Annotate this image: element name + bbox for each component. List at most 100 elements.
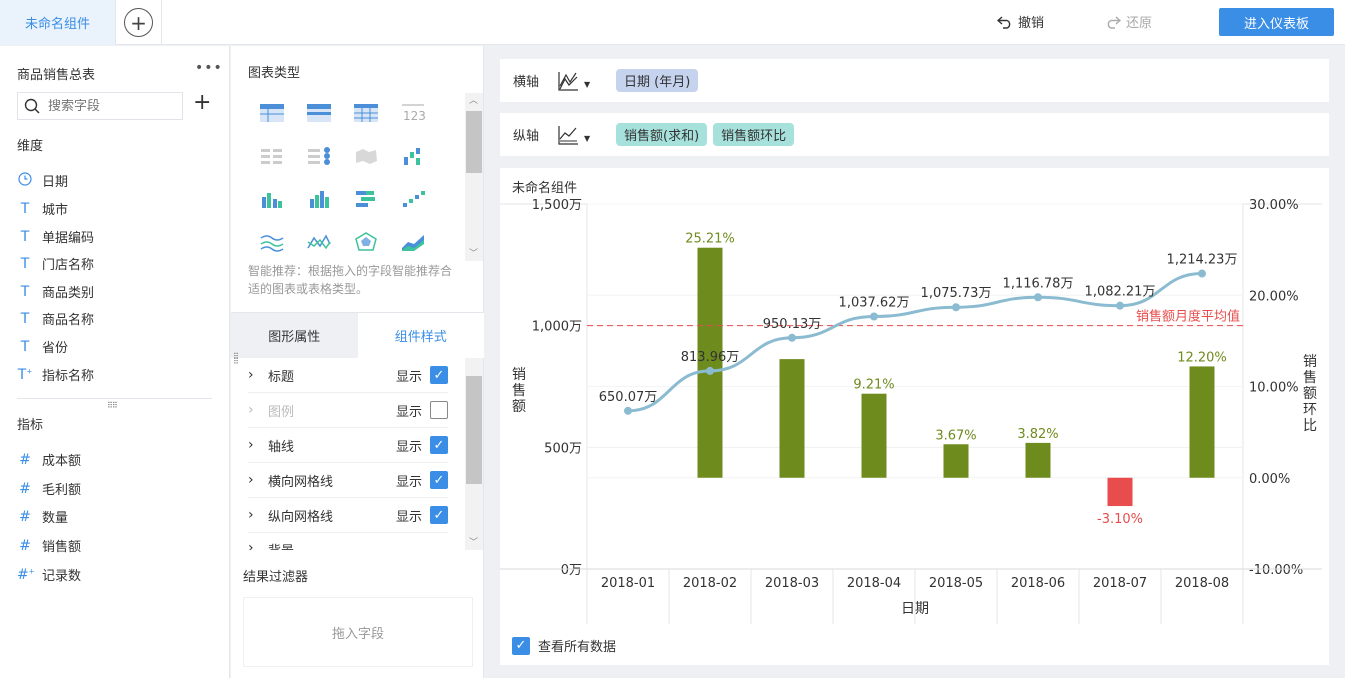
show-checkbox[interactable]: [430, 401, 448, 419]
property-title[interactable]: › 标题 显示 ✓: [248, 358, 448, 393]
enter-dashboard-button[interactable]: 进入仪表板: [1219, 8, 1334, 36]
add-field-icon[interactable]: +: [193, 92, 211, 114]
property-background[interactable]: › 背景: [248, 533, 448, 550]
property-scrollbar[interactable]: ﹀: [465, 358, 483, 550]
x-axis-type-dropdown[interactable]: ▼: [556, 70, 616, 92]
hash-icon: #: [19, 508, 31, 525]
property-vertical-grid[interactable]: › 纵向网格线 显示 ✓: [248, 498, 448, 533]
x-tick-label: 2018-05: [929, 576, 983, 591]
show-checkbox[interactable]: ✓: [430, 366, 448, 384]
more-icon[interactable]: •••: [195, 60, 223, 76]
hash-icon: #: [19, 537, 31, 554]
show-checkbox[interactable]: ✓: [430, 506, 448, 524]
field-measure-quantity[interactable]: # 数量: [17, 507, 69, 527]
field-label: 指标名称: [42, 369, 95, 384]
view-all-data[interactable]: ✓ 查看所有数据: [512, 636, 616, 655]
line-point: [1034, 293, 1042, 302]
chevron-right-icon[interactable]: ›: [248, 437, 268, 453]
y-field-pill-sales[interactable]: 销售额(求和): [616, 123, 708, 146]
undo-button[interactable]: 撤销: [997, 12, 1044, 31]
field-label: 省份: [42, 341, 69, 356]
property-label: 背景: [268, 540, 448, 550]
field-dimension-store[interactable]: T 门店名称: [17, 254, 94, 274]
chevron-right-icon[interactable]: ›: [248, 472, 268, 488]
property-horizontal-grid[interactable]: › 横向网格线 显示 ✓: [248, 463, 448, 498]
resize-grip-icon[interactable]: ⠿⠿: [233, 353, 239, 366]
bar-data-label: 3.67%: [935, 428, 976, 443]
filter-drop-zone[interactable]: 拖入字段: [243, 597, 473, 667]
detail-list-icon[interactable]: [248, 134, 295, 177]
field-label: 商品类别: [42, 286, 95, 301]
indicator-card-icon[interactable]: [295, 134, 342, 177]
table-chart-icon[interactable]: [248, 91, 295, 134]
field-label: 数量: [42, 511, 69, 526]
step-chart-icon[interactable]: [389, 177, 436, 220]
property-label: 横向网格线: [268, 474, 334, 490]
tab-graphic-properties[interactable]: 图形属性: [231, 313, 358, 358]
scroll-down-icon[interactable]: ﹀: [469, 535, 478, 548]
chevron-right-icon[interactable]: ›: [248, 402, 268, 418]
view-all-checkbox[interactable]: ✓: [512, 636, 530, 655]
show-label: 显示: [395, 404, 422, 420]
field-dimension-metric-name[interactable]: T+ 指标名称: [17, 365, 95, 385]
grouped-table-icon[interactable]: [295, 91, 342, 134]
y-field-pill-mom[interactable]: 销售额环比: [713, 123, 795, 146]
chevron-right-icon[interactable]: ›: [248, 507, 268, 523]
line-chart-icon[interactable]: [248, 220, 295, 263]
kpi-number-icon[interactable]: 123: [389, 91, 436, 134]
field-measure-cost[interactable]: # 成本额: [17, 450, 81, 470]
x-tick-label: 2018-02: [683, 576, 737, 591]
field-dimension-province[interactable]: T 省份: [17, 337, 69, 357]
field-search[interactable]: [17, 92, 183, 120]
y2-axis-title-char: 比: [1303, 418, 1317, 434]
line-point: [1198, 269, 1206, 278]
grouped-bar-icon[interactable]: [295, 177, 342, 220]
line-point: [952, 303, 960, 312]
scroll-down-icon[interactable]: ﹀: [469, 246, 478, 259]
map-chart-icon[interactable]: [342, 134, 389, 177]
field-dimension-doc-code[interactable]: T 单据编码: [17, 227, 94, 247]
scroll-up-icon[interactable]: ︿: [469, 93, 478, 106]
add-tab-icon[interactable]: +: [124, 8, 153, 37]
property-legend[interactable]: › 图例 显示: [248, 393, 448, 428]
scroll-thumb[interactable]: [466, 111, 482, 173]
chart-card: 未命名组件 0万 500万 1,000万 1,500万 -10.00% 0.00% 10.0…: [500, 168, 1329, 665]
chart-type-scrollbar[interactable]: ︿ ﹀: [465, 93, 483, 261]
reference-line-label: 销售额月度平均值: [1136, 309, 1240, 325]
waterfall-chart-icon[interactable]: [389, 134, 436, 177]
line-data-label: 1,214.23万: [1167, 253, 1238, 268]
y-axis-type-dropdown[interactable]: ▼: [556, 124, 616, 146]
horizontal-bar-icon[interactable]: [342, 177, 389, 220]
search-input[interactable]: [48, 98, 168, 114]
show-checkbox[interactable]: ✓: [430, 471, 448, 489]
text-icon: T: [20, 283, 30, 300]
component-tab[interactable]: 未命名组件: [0, 0, 116, 45]
property-tabs: 图形属性 组件样式: [231, 312, 484, 358]
cross-table-icon[interactable]: [342, 91, 389, 134]
x-field-pill[interactable]: 日期 (年月): [616, 69, 699, 92]
line-data-label: 950.13万: [763, 317, 822, 332]
area-chart-icon[interactable]: [389, 220, 436, 263]
resize-grip-icon[interactable]: ⠿⠿: [107, 401, 118, 410]
show-checkbox[interactable]: ✓: [430, 436, 448, 454]
field-dimension-category[interactable]: T 商品类别: [17, 282, 95, 302]
redo-label: 还原: [1126, 16, 1153, 31]
field-dimension-city[interactable]: T 城市: [17, 199, 68, 219]
field-measure-sales[interactable]: # 销售额: [17, 536, 81, 556]
chevron-right-icon[interactable]: ›: [248, 540, 268, 550]
chevron-right-icon[interactable]: ›: [248, 367, 268, 383]
field-measure-record-count[interactable]: #+ 记录数: [17, 565, 81, 585]
x-tick-label: 2018-08: [1175, 576, 1229, 591]
bar-chart-icon[interactable]: [248, 177, 295, 220]
text-icon: T: [20, 255, 30, 272]
field-dimension-date[interactable]: 日期: [17, 171, 68, 190]
field-measure-profit[interactable]: # 毛利额: [17, 479, 81, 499]
tab-component-style[interactable]: 组件样式: [357, 313, 484, 358]
line-data-label: 650.07万: [599, 390, 658, 405]
multi-line-chart-icon[interactable]: [295, 220, 342, 263]
scroll-thumb[interactable]: [466, 376, 482, 484]
property-axis-line[interactable]: › 轴线 显示 ✓: [248, 428, 448, 463]
radar-chart-icon[interactable]: [342, 220, 389, 263]
field-dimension-product[interactable]: T 商品名称: [17, 309, 94, 329]
redo-button[interactable]: 还原: [1105, 12, 1152, 31]
